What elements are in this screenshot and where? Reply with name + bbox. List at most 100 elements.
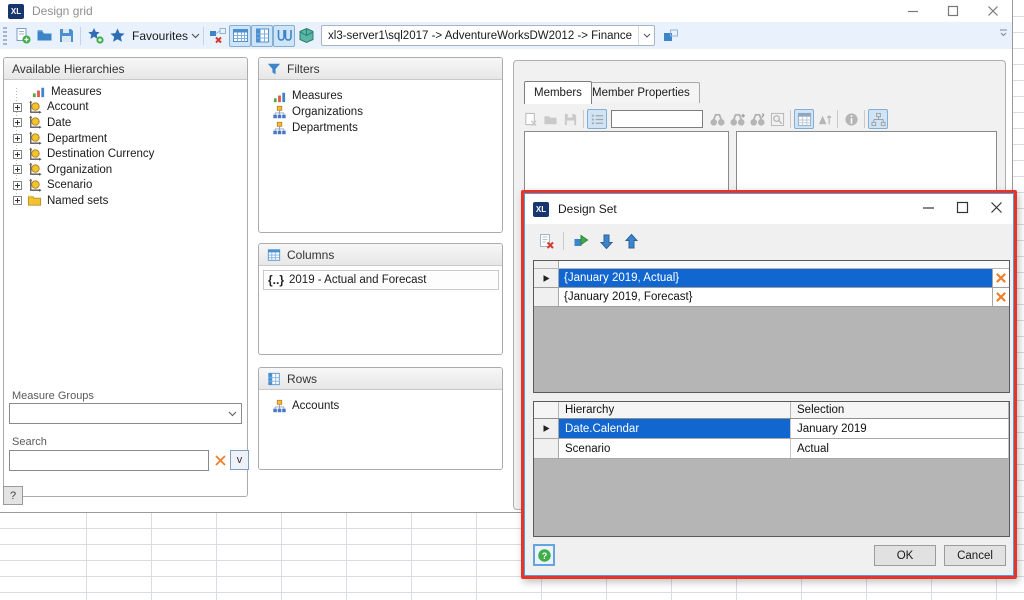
insert-set-item-button[interactable] (570, 230, 592, 252)
column-header-hierarchy[interactable]: Hierarchy (559, 402, 791, 418)
delete-set-item-button[interactable] (535, 230, 557, 252)
selection-cell[interactable]: January 2019 (791, 419, 1009, 438)
tree-item-named-sets[interactable]: Named sets (8, 193, 245, 209)
insert-set-icon (573, 233, 590, 250)
move-up-button[interactable] (620, 230, 642, 252)
expand-plus-icon[interactable] (13, 118, 22, 127)
move-down-button[interactable] (595, 230, 617, 252)
tab-members[interactable]: Members (524, 81, 592, 104)
close-button[interactable] (984, 2, 1002, 20)
dialog-maximize-button[interactable] (953, 198, 971, 216)
dialog-minimize-button[interactable] (919, 198, 937, 216)
open-button[interactable] (33, 25, 55, 47)
dimension-axis-icon (27, 100, 42, 115)
cube-icon (298, 27, 315, 44)
favourites-chevron-icon[interactable] (191, 33, 200, 39)
sort-members-button[interactable] (814, 109, 834, 129)
grid-corner (534, 402, 559, 418)
selection-cell[interactable]: Actual (791, 439, 1009, 458)
add-favourite-button[interactable] (84, 25, 106, 47)
expand-plus-icon[interactable] (13, 150, 22, 159)
tree-item-scenario[interactable]: Scenario (8, 178, 245, 194)
grid-report-button[interactable] (229, 25, 251, 47)
expand-plus-icon[interactable] (13, 181, 22, 190)
hierarchy-cell[interactable]: Date.Calendar (559, 419, 791, 438)
find-button[interactable] (707, 109, 727, 129)
grid-columns-icon (254, 27, 271, 44)
help-button[interactable]: ? (3, 486, 23, 505)
member-hierarchy-view-button[interactable] (868, 109, 888, 129)
rows-item-accounts[interactable]: Accounts (267, 398, 339, 414)
member-grid-button[interactable] (794, 109, 814, 129)
filter-item-departments[interactable]: Departments (267, 120, 363, 136)
connection-combobox[interactable]: xl3-server1\sql2017 -> AdventureWorksDW2… (321, 25, 655, 46)
search-label: Search (12, 436, 47, 448)
minimize-button[interactable] (904, 2, 922, 20)
remove-set-item-button[interactable] (992, 269, 1009, 287)
favourites-button[interactable] (106, 25, 128, 47)
remove-set-item-button[interactable] (992, 288, 1009, 306)
connection-chevron[interactable] (638, 26, 654, 45)
expand-plus-icon[interactable] (13, 103, 22, 112)
member-search-input[interactable] (611, 110, 703, 128)
member-list-view-button[interactable] (587, 109, 607, 129)
search-options-button[interactable]: v (230, 450, 249, 470)
column-header-selection[interactable]: Selection (791, 402, 1009, 418)
tree-item-measures[interactable]: Measures (8, 84, 245, 100)
rows-header: Rows (259, 368, 502, 390)
new-workbook-button[interactable] (11, 25, 33, 47)
tab-member-properties[interactable]: Member Properties (582, 82, 700, 103)
maximize-button[interactable] (944, 2, 962, 20)
clear-search-icon[interactable] (214, 454, 227, 467)
grid-row[interactable]: Date.Calendar January 2019 (534, 419, 1009, 439)
magnifier-box-icon (770, 112, 785, 127)
dimension-axis-icon (27, 147, 42, 162)
find-add-button[interactable] (727, 109, 747, 129)
grid-columns-button[interactable] (251, 25, 273, 47)
tree-item-department[interactable]: Department (8, 131, 245, 147)
row-header (534, 269, 559, 287)
set-grid-header (534, 261, 1009, 269)
measure-groups-select[interactable] (9, 403, 242, 424)
cube-button[interactable] (295, 25, 317, 47)
tree-item-organization[interactable]: Organization (8, 162, 245, 178)
member-info-button[interactable] (841, 109, 861, 129)
search-scope-button[interactable] (767, 109, 787, 129)
dialog-help-button[interactable]: ? (533, 544, 555, 566)
hierarchy-cell[interactable]: Scenario (559, 439, 791, 458)
binoculars-query-icon (749, 112, 766, 127)
toolbar-separator (837, 110, 838, 128)
cancel-button[interactable]: Cancel (944, 545, 1006, 566)
save-button[interactable] (55, 25, 77, 47)
org-hierarchy-icon (272, 105, 287, 120)
tree-item-date[interactable]: Date (8, 115, 245, 131)
dialog-close-button[interactable] (987, 198, 1005, 216)
ok-button[interactable]: OK (874, 545, 936, 566)
columns-item-set[interactable]: {..} 2019 - Actual and Forecast (263, 270, 499, 290)
filter-item-measures[interactable]: Measures (267, 88, 363, 104)
expand-plus-icon[interactable] (13, 134, 22, 143)
filter-item-organizations[interactable]: Organizations (267, 104, 363, 120)
grid-report-icon (232, 27, 249, 44)
tree-item-destination-currency[interactable]: Destination Currency (8, 146, 245, 162)
grid-row[interactable]: Scenario Actual (534, 439, 1009, 459)
toolbar-overflow-button[interactable] (999, 28, 1008, 37)
remove-x-icon (995, 291, 1007, 303)
expand-plus-icon[interactable] (13, 165, 22, 174)
design-set-dialog: XL Design Set (524, 193, 1014, 576)
load-set-button[interactable] (540, 109, 560, 129)
favourites-label[interactable]: Favourites (132, 29, 188, 43)
clear-members-button[interactable] (520, 109, 540, 129)
expand-plus-icon[interactable] (13, 196, 22, 205)
toolbar-separator (583, 110, 584, 128)
svg-text:?: ? (541, 550, 546, 560)
chart-button[interactable] (273, 25, 295, 47)
set-item-row[interactable]: {January 2019, Actual} (534, 269, 1009, 288)
find-options-button[interactable] (747, 109, 767, 129)
save-set-button[interactable] (560, 109, 580, 129)
search-input[interactable] (9, 450, 209, 471)
tree-item-account[interactable]: Account (8, 100, 245, 116)
disconnect-button[interactable] (207, 25, 229, 47)
connection-window-button[interactable] (659, 25, 681, 47)
set-item-row[interactable]: {January 2019, Forecast} (534, 288, 1009, 307)
